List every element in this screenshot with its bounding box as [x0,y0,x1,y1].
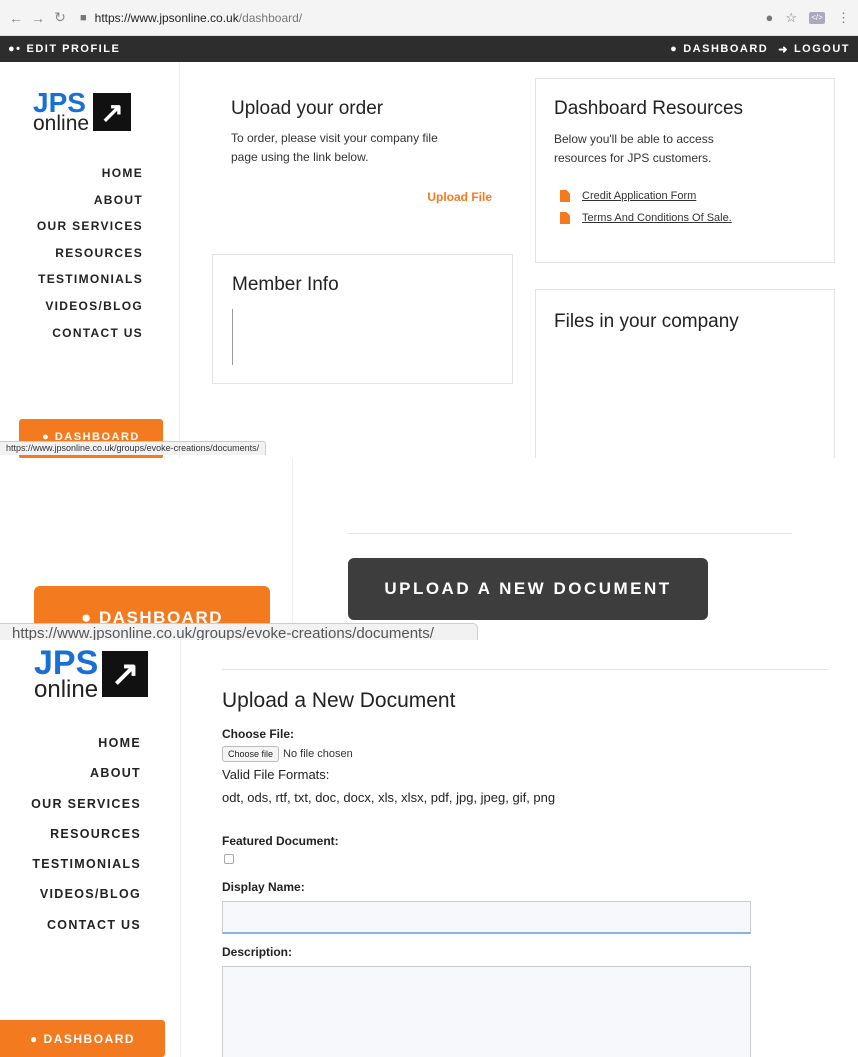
arrow-icon: ↗ [93,93,132,132]
upload-document-screenshot: JPS online ↗ HOME ABOUT OUR SERVICES RES… [0,640,858,1057]
nav-testimonials[interactable]: TESTIMONIALS [31,849,141,879]
edit-profile-link[interactable]: ●• EDIT PROFILE [8,43,120,55]
divider [348,533,792,534]
back-icon[interactable]: ← [8,10,24,26]
nav-videos-blog[interactable]: VIDEOS/BLOG [31,879,141,909]
address-bar[interactable]: https://www.jpsonline.co.uk/dashboard/ [95,11,302,25]
logo[interactable]: JPS online ↗ [33,88,132,134]
nav-resources[interactable]: RESOURCES [37,240,143,267]
valid-formats-label: Valid File Formats: [222,767,330,782]
user-icon: ● [670,43,679,55]
menu-dots-icon[interactable]: ⋮ [837,10,850,26]
nav-home[interactable]: HOME [37,160,143,187]
nav-resources[interactable]: RESOURCES [31,819,141,849]
sidebar: JPS online ↗ HOME ABOUT OUR SERVICES RES… [0,62,180,458]
choose-file-button[interactable]: Choose file [222,746,280,762]
nav-our-services[interactable]: OUR SERVICES [31,789,141,819]
forward-icon[interactable]: → [30,10,46,26]
nav-contact-us[interactable]: CONTACT US [31,910,141,940]
reload-icon[interactable]: ↻ [52,9,68,26]
user-gear-icon: ●• [8,43,22,55]
extension-icon[interactable]: ● [765,10,773,25]
status-bar-url: https://www.jpsonline.co.uk/groups/evoke… [0,441,267,455]
dashboard-screenshot: ← → ↻ ■ https://www.jpsonline.co.uk/dash… [0,0,858,458]
logout-link[interactable]: ➜ LOGOUT [778,43,850,56]
divider [222,669,828,670]
featured-document-label: Featured Document: [222,834,339,848]
lock-icon: ■ [80,11,87,24]
arrow-icon: ↗ [102,651,149,698]
resource-link-credit-application[interactable]: Credit Application Form [560,185,732,207]
nav-testimonials[interactable]: TESTIMONIALS [37,266,143,293]
dashboard-link[interactable]: ● DASHBOARD [670,43,768,56]
sidebar-dashboard-button[interactable]: ● DASHBOARD [0,1020,165,1057]
description-label: Description: [222,945,293,959]
member-info-lines [232,309,233,365]
logout-icon: ➜ [778,43,789,56]
main-nav: HOME ABOUT OUR SERVICES RESOURCES TESTIM… [37,160,143,346]
main-nav: HOME ABOUT OUR SERVICES RESOURCES TESTIM… [31,728,141,940]
devtools-extension-icon[interactable]: </> [809,11,825,24]
nav-home[interactable]: HOME [31,728,141,758]
nav-contact-us[interactable]: CONTACT US [37,320,143,347]
top-bar: ●• EDIT PROFILE ● DASHBOARD ➜ LOGOUT [0,36,858,62]
member-info-card: Member Info [212,254,513,384]
resource-link-terms[interactable]: Terms And Conditions Of Sale. [560,207,732,229]
logo[interactable]: JPS online ↗ [34,646,149,701]
nav-our-services[interactable]: OUR SERVICES [37,213,143,240]
upload-order-card: Upload your order To order, please visit… [212,78,512,228]
status-bar-url-zoomed: https://www.jpsonline.co.uk/groups/evoke… [0,623,478,640]
display-name-input[interactable] [222,901,751,934]
files-card: Files in your company [535,289,835,458]
featured-document-checkbox[interactable] [224,854,234,864]
display-name-label: Display Name: [222,880,305,894]
zoomed-detail: UPLOAD A NEW DOCUMENT ● DASHBOARD https:… [0,458,858,640]
nav-videos-blog[interactable]: VIDEOS/BLOG [37,293,143,320]
nav-about[interactable]: ABOUT [37,187,143,214]
document-icon [560,190,570,202]
document-icon [560,212,570,224]
page-title: Upload a New Document [222,689,456,712]
nav-about[interactable]: ABOUT [31,758,141,788]
dashboard-resources-card: Dashboard Resources Below you'll be able… [535,78,835,263]
browser-toolbar: ← → ↻ ■ https://www.jpsonline.co.uk/dash… [0,0,858,36]
valid-formats-list: odt, ods, rtf, txt, doc, docx, xls, xlsx… [222,790,556,805]
no-file-text: No file chosen [283,748,353,760]
file-input[interactable]: Choose file No file chosen [222,746,353,762]
user-icon: ● [29,1031,44,1046]
upload-file-link[interactable]: Upload File [427,190,492,204]
choose-file-label: Choose File: [222,727,295,741]
upload-new-document-button[interactable]: UPLOAD A NEW DOCUMENT [348,558,708,620]
star-icon[interactable]: ☆ [785,10,797,26]
description-textarea[interactable] [222,966,751,1057]
